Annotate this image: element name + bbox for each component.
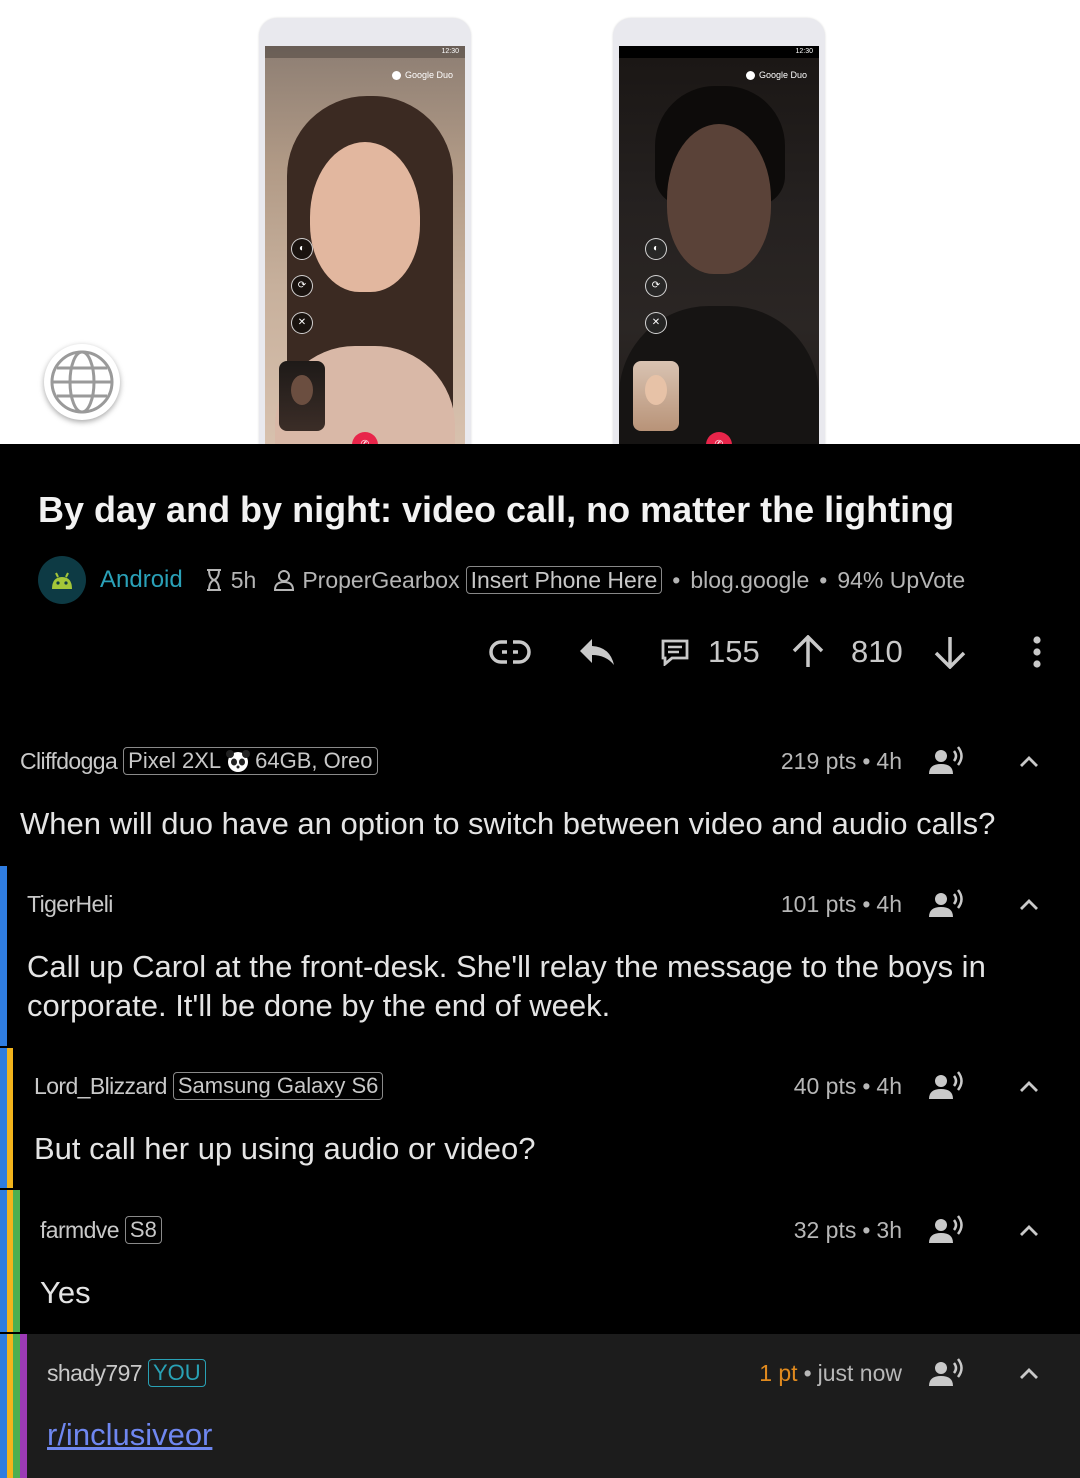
comment-points: 32 pts	[793, 1216, 857, 1243]
comment-author[interactable]: shady797	[47, 1360, 143, 1387]
comment-header: Cliffdogga Pixel 2XL 64GB, Oreo	[20, 744, 378, 778]
depth-bar	[0, 866, 7, 1046]
collapse-icon[interactable]	[1014, 1223, 1044, 1237]
comment-info: 1 pt • just now	[759, 1356, 1044, 1390]
user-flair: Pixel 2XL 64GB, Oreo	[123, 747, 378, 775]
reply-icon[interactable]	[578, 628, 616, 676]
video-call-screen-night: ◐ ⟳ ✕ ✆	[619, 46, 819, 444]
depth-bar	[20, 1334, 27, 1478]
comment-author[interactable]: farmdve	[40, 1217, 119, 1244]
comment-points: 40 pts	[793, 1072, 857, 1099]
phone-night-mockup: ◐ ⟳ ✕ ✆ 12:30 Google Duo	[613, 18, 825, 444]
comment[interactable]: Lord_Blizzard Samsung Galaxy S6 40 pts •…	[0, 1048, 1080, 1188]
comment-points: 101 pts	[780, 890, 857, 917]
brightness-icon: ◐	[291, 238, 313, 260]
comment-points: 1 pt	[759, 1359, 798, 1386]
comment-age: 3h	[876, 1216, 902, 1243]
comment[interactable]: farmdve S8 32 pts • 3h Yes	[0, 1190, 1080, 1332]
comment-count: 155	[708, 634, 760, 669]
globe-icon[interactable]	[44, 344, 120, 420]
comment[interactable]: Cliffdogga Pixel 2XL 64GB, Oreo 219 pts …	[0, 728, 1080, 860]
self-view-thumbnail	[633, 361, 679, 431]
speak-icon[interactable]	[928, 746, 966, 776]
phone-day-mockup: ◐ ⟳ ✕ ✆ 12:30 Google Duo	[259, 18, 471, 444]
you-badge: YOU	[147, 1359, 206, 1387]
app-label: Google Duo	[745, 70, 807, 80]
downvote-icon[interactable]	[932, 628, 968, 676]
self-view-thumbnail	[279, 361, 325, 431]
more-icon[interactable]	[1026, 628, 1048, 676]
speak-icon[interactable]	[928, 1071, 966, 1101]
post-actions: 155 810	[0, 628, 1080, 676]
comment-author[interactable]: Cliffdogga	[20, 748, 118, 775]
comment-age: just now	[817, 1359, 902, 1386]
speak-icon[interactable]	[928, 889, 966, 919]
comment-body: But call her up using audio or video?	[34, 1131, 536, 1166]
subreddit-link[interactable]: r/inclusiveor	[47, 1417, 212, 1452]
post-score: 810	[851, 634, 903, 669]
comment-body: When will duo have an option to switch b…	[20, 806, 996, 841]
comment[interactable]: TigerHeli 101 pts • 4h Call up Carol at …	[0, 866, 1080, 1046]
comment-info: 219 pts • 4h	[781, 744, 1044, 778]
post-meta: Android 5h ProperGearbox Insert Phone He…	[38, 556, 965, 604]
post-title: By day and by night: video call, no matt…	[38, 489, 955, 530]
comment-author[interactable]: Lord_Blizzard	[34, 1073, 167, 1100]
caller-face	[667, 124, 771, 274]
comment-age: 4h	[876, 747, 902, 774]
hourglass-icon	[205, 568, 223, 592]
speak-icon[interactable]	[928, 1358, 966, 1388]
comment-points: 219 pts	[780, 747, 857, 774]
comment-body: Call up Carol at the front-desk. She'll …	[27, 949, 986, 1023]
panda-icon	[225, 749, 251, 773]
status-bar: 12:30	[265, 46, 465, 58]
post-image[interactable]: ◐ ⟳ ✕ ✆ 12:30 Google Duo ◐ ⟳ ✕ ✆ 12:30 G…	[0, 0, 1080, 444]
video-call-screen-day: ◐ ⟳ ✕ ✆	[265, 46, 465, 444]
depth-bar	[7, 1048, 13, 1188]
collapse-icon[interactable]	[1014, 897, 1044, 911]
comments-button[interactable]: 155	[660, 628, 760, 676]
upvote-icon[interactable]	[790, 628, 826, 676]
comment-header: Lord_Blizzard Samsung Galaxy S6	[34, 1069, 384, 1103]
comment-info: 101 pts • 4h	[781, 887, 1044, 921]
post-author[interactable]: ProperGearbox	[302, 567, 459, 594]
link-icon[interactable]	[488, 628, 532, 676]
post-age: 5h	[230, 566, 257, 593]
app-label: Google Duo	[391, 70, 453, 80]
comment-body: Yes	[40, 1275, 91, 1310]
comment-age: 4h	[876, 1072, 902, 1099]
user-flair: S8	[124, 1216, 162, 1244]
comment-header: shady797 YOU	[47, 1356, 206, 1390]
comment-author[interactable]: TigerHeli	[27, 891, 113, 918]
brightness-icon: ◐	[645, 238, 667, 260]
upvote-ratio: 94% UpVote	[837, 566, 966, 593]
comment-header: farmdve S8	[40, 1213, 162, 1247]
post-domain[interactable]: blog.google	[690, 567, 809, 594]
caller-face	[310, 142, 420, 292]
speak-icon[interactable]	[928, 1215, 966, 1245]
subreddit-icon[interactable]	[38, 556, 86, 604]
comment-info: 32 pts • 3h	[794, 1213, 1044, 1247]
mute-icon: ✕	[645, 312, 667, 334]
subreddit-name[interactable]: Android	[100, 566, 183, 594]
depth-bar	[13, 1190, 20, 1332]
author-flair: Insert Phone Here	[465, 566, 663, 594]
user-icon	[274, 569, 295, 591]
comment-own[interactable]: shady797 YOU 1 pt • just now r/inclusive…	[0, 1334, 1080, 1478]
collapse-icon[interactable]	[1014, 754, 1044, 768]
user-flair: Samsung Galaxy S6	[172, 1072, 384, 1100]
comment-header: TigerHeli	[27, 887, 113, 921]
collapse-icon[interactable]	[1014, 1079, 1044, 1093]
comments-icon	[660, 638, 690, 666]
comment-body: r/inclusiveor	[47, 1415, 1047, 1454]
mute-icon: ✕	[291, 312, 313, 334]
comment-age: 4h	[876, 890, 902, 917]
collapse-icon[interactable]	[1014, 1366, 1044, 1380]
switch-camera-icon: ⟳	[645, 275, 667, 297]
comment-info: 40 pts • 4h	[794, 1069, 1044, 1103]
status-bar: 12:30	[619, 46, 819, 58]
switch-camera-icon: ⟳	[291, 275, 313, 297]
